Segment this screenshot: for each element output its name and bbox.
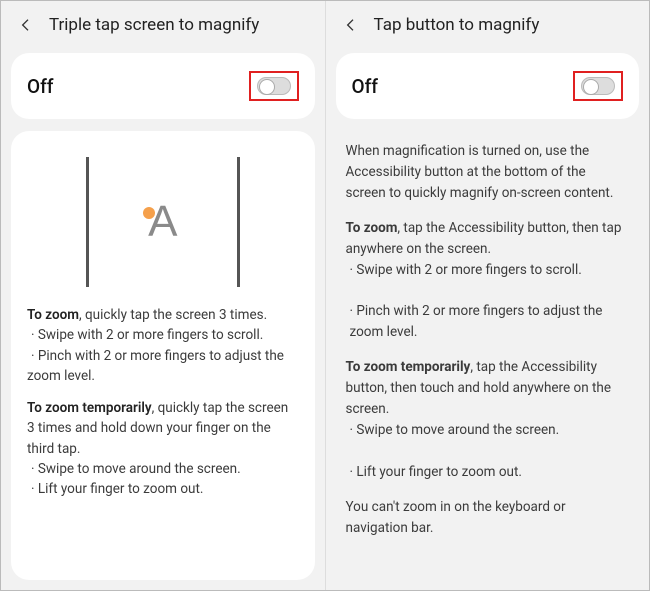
header-right: Tap button to magnify [326,1,650,45]
comparison-container: Triple tap screen to magnify Off A To zo… [0,0,650,591]
pane-triple-tap: Triple tap screen to magnify Off A To zo… [1,1,326,590]
page-title-right: Tap button to magnify [374,15,540,35]
back-icon[interactable] [342,16,360,34]
zoom-temp-heading-left: To zoom temporarily [27,400,152,416]
magnify-illustration: A [27,143,299,305]
content-card-left: A To zoom, quickly tap the screen 3 time… [11,131,315,580]
magnify-toggle-right[interactable] [581,77,615,95]
page-title-left: Triple tap screen to magnify [49,15,259,35]
toggle-card-right: Off [336,53,640,119]
pane-tap-button: Tap button to magnify Off When magnifica… [326,1,650,590]
toggle-card-left: Off [11,53,315,119]
intro-text: When magnification is turned on, use the… [346,141,630,204]
instructions-right: When magnification is turned on, use the… [326,127,650,590]
zoom-heading-left: To zoom [27,307,79,323]
magnify-toggle-left[interactable] [257,77,291,95]
toggle-state-label-right: Off [352,75,379,98]
letter-a-icon: A [148,197,177,247]
toggle-highlight-left [249,71,299,101]
zoom-temp-heading-right: To zoom temporarily [346,359,471,375]
toggle-highlight-right [573,71,623,101]
instructions-left: To zoom, quickly tap the screen 3 times.… [27,305,299,499]
toggle-state-label-left: Off [27,75,54,98]
header-left: Triple tap screen to magnify [1,1,325,45]
zoom-heading-right: To zoom [346,220,398,236]
back-icon[interactable] [17,16,35,34]
footer-note: You can't zoom in on the keyboard or nav… [346,497,630,539]
